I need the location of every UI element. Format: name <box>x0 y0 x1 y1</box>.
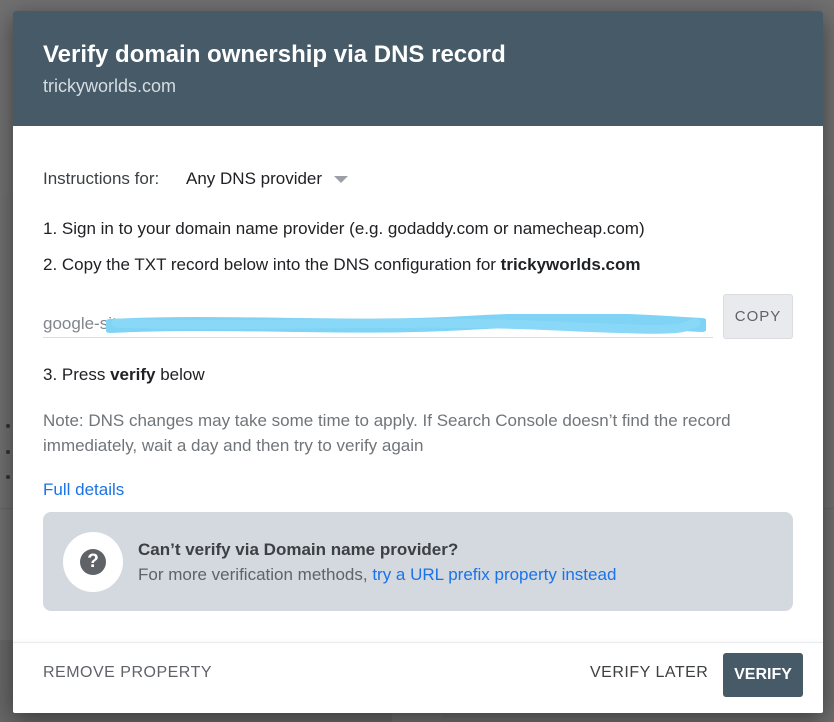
step-3-verify-word: verify <box>110 365 156 384</box>
full-details-link[interactable]: Full details <box>43 480 124 500</box>
dialog-header: Verify domain ownership via DNS record t… <box>13 11 823 126</box>
background-bullet <box>6 450 10 454</box>
dropdown-caret-icon <box>334 176 349 184</box>
dns-provider-value: Any DNS provider <box>186 169 323 188</box>
step-2: 2. Copy the TXT record below into the DN… <box>43 255 641 275</box>
remove-property-button[interactable]: REMOVE PROPERTY <box>43 664 212 682</box>
help-question-icon: ? <box>80 549 106 575</box>
background-bullet <box>6 424 10 428</box>
help-icon-circle: ? <box>63 532 123 592</box>
footer-divider <box>13 642 823 643</box>
step-3-suffix: below <box>155 365 205 384</box>
step-3-text: 3. Press <box>43 365 111 384</box>
redaction-scribble <box>106 314 706 334</box>
alternative-verification-box: ? Can’t verify via Domain name provider?… <box>43 512 793 611</box>
dialog-title: Verify domain ownership via DNS record <box>43 41 506 68</box>
help-title: Can’t verify via Domain name provider? <box>138 540 459 559</box>
url-prefix-link[interactable]: try a URL prefix property instead <box>372 565 616 584</box>
instructions-label: Instructions for: <box>43 169 160 188</box>
help-text: For more verification methods, try a URL… <box>138 565 616 585</box>
dialog-subtitle-domain: trickyworlds.com <box>43 76 177 96</box>
verify-button[interactable]: VERIFY <box>723 653 803 697</box>
verify-later-button[interactable]: VERIFY LATER <box>590 664 708 682</box>
step-2-domain: trickyworlds.com <box>500 255 641 274</box>
step-1: 1. Sign in to your domain name provider … <box>43 219 645 238</box>
dns-note: Note: DNS changes may take some time to … <box>43 411 731 455</box>
copy-button[interactable]: COPY <box>723 294 793 339</box>
help-text-prefix: For more verification methods, <box>138 565 373 584</box>
step-2-text: 2. Copy the TXT record below into the DN… <box>43 255 501 274</box>
verify-dns-dialog: Verify domain ownership via DNS record t… <box>13 11 823 713</box>
step-3: 3. Press verify below <box>43 365 205 385</box>
dns-provider-dropdown[interactable]: Any DNS provider <box>186 169 349 189</box>
background-bullet <box>6 475 10 479</box>
